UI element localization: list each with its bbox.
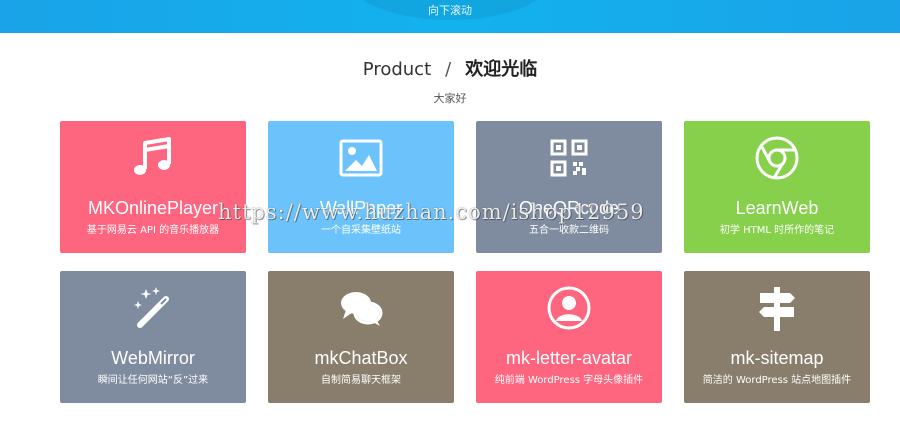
qrcode-icon xyxy=(476,133,662,183)
section-title-en: Product xyxy=(362,59,432,80)
top-banner: 向下滚动 xyxy=(0,0,900,33)
card-title: LearnWeb xyxy=(735,198,819,218)
title-separator: / xyxy=(445,59,452,80)
card-description: 基于网易云 API 的音乐播放器 xyxy=(86,225,220,236)
card-description: 五合一收款二维码 xyxy=(529,225,609,236)
card-description: 自制简易聊天框架 xyxy=(321,375,401,386)
chrome-icon xyxy=(684,133,870,183)
card-title: mkChatBox xyxy=(314,348,408,368)
watermark-url: https://www.huzhan.com/ishop12959 xyxy=(218,200,645,224)
card-title: WebMirror xyxy=(111,348,195,368)
chat-bubbles-icon xyxy=(268,283,454,333)
image-icon xyxy=(268,133,454,183)
scroll-down-hint[interactable]: 向下滚动 xyxy=(0,4,900,18)
product-card-mk-sitemap[interactable]: mk-sitemap 简洁的 WordPress 站点地图插件 xyxy=(684,271,870,403)
product-card-mkonlineplayer[interactable]: MKOnlinePlayer 基于网易云 API 的音乐播放器 xyxy=(60,121,246,253)
product-card-webmirror[interactable]: WebMirror 瞬间让任何网站“反”过来 xyxy=(60,271,246,403)
section-title-cn: 欢迎光临 xyxy=(465,59,538,80)
section-subtitle: 大家好 xyxy=(433,92,467,105)
magic-wand-icon xyxy=(60,283,246,333)
card-description: 一个自采集壁纸站 xyxy=(321,225,401,236)
product-card-mkchatbox[interactable]: mkChatBox 自制简易聊天框架 xyxy=(268,271,454,403)
signpost-icon xyxy=(684,283,870,333)
card-description: 瞬间让任何网站“反”过来 xyxy=(97,375,209,386)
music-note-icon xyxy=(60,133,246,183)
user-avatar-icon xyxy=(476,283,662,333)
product-card-learnweb[interactable]: LearnWeb 初学 HTML 时所作的笔记 xyxy=(684,121,870,253)
product-card-wallpaper[interactable]: WallPaper 一个自采集壁纸站 xyxy=(268,121,454,253)
card-description: 初学 HTML 时所作的笔记 xyxy=(719,225,835,236)
card-title: mk-sitemap xyxy=(730,348,824,368)
card-description: 纯前端 WordPress 字母头像插件 xyxy=(494,375,644,386)
section-heading: Product / 欢迎光临 xyxy=(0,58,900,82)
product-card-mk-letter-avatar[interactable]: mk-letter-avatar 纯前端 WordPress 字母头像插件 xyxy=(476,271,662,403)
product-card-oneqrcode[interactable]: OneQRcode 五合一收款二维码 xyxy=(476,121,662,253)
card-title: mk-letter-avatar xyxy=(505,348,633,368)
card-description: 简洁的 WordPress 站点地图插件 xyxy=(702,375,852,386)
